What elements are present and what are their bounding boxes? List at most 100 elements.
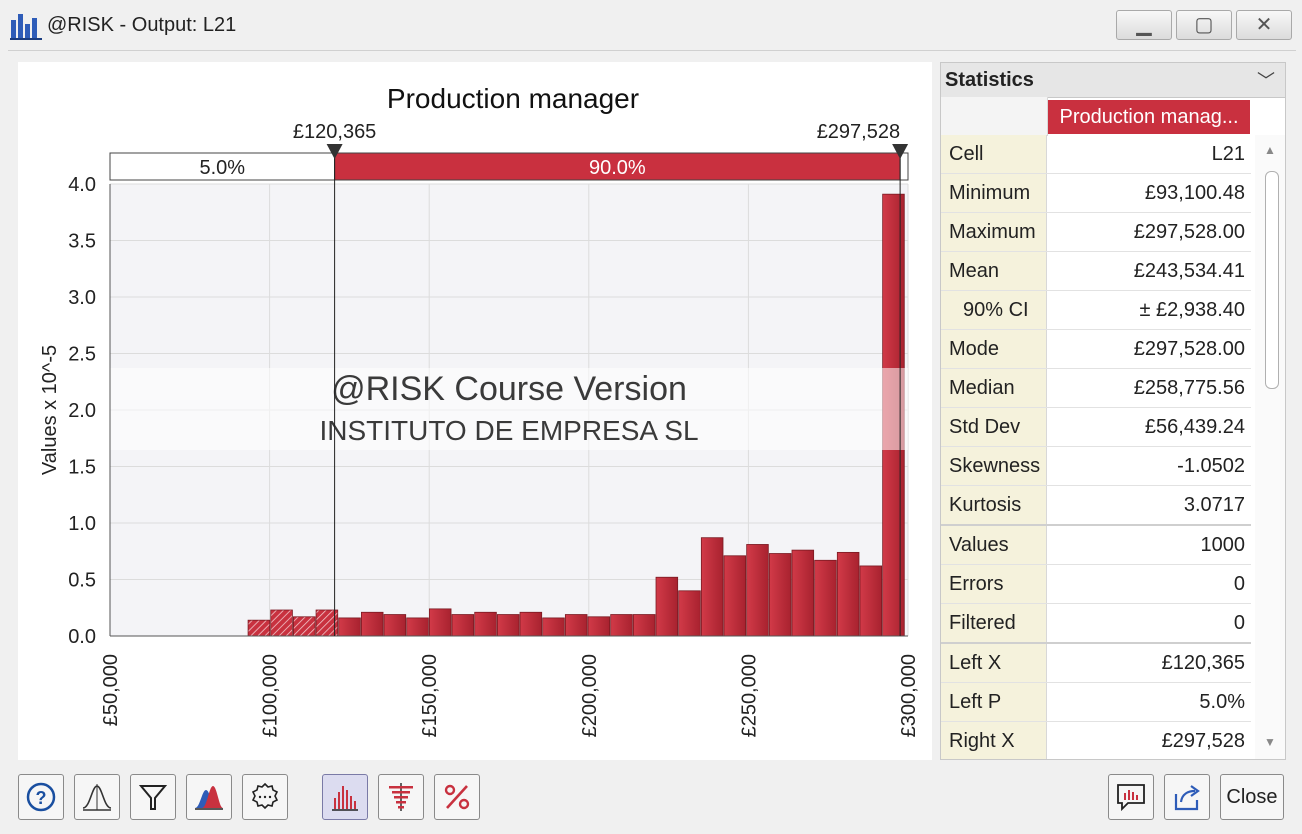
histogram-bar bbox=[519, 611, 543, 637]
chart-panel: @RISK Course Version INSTITUTO DE EMPRESA… bbox=[18, 62, 932, 760]
histogram-bar bbox=[768, 553, 792, 637]
tornado-icon bbox=[389, 783, 413, 811]
histogram-chart[interactable]: @RISK Course Version INSTITUTO DE EMPRESA… bbox=[18, 62, 932, 760]
minimize-button[interactable]: ▁ bbox=[1116, 10, 1172, 40]
stats-row[interactable]: Mean £243,534.41 bbox=[941, 252, 1251, 291]
stats-row-label: 90% CI bbox=[941, 291, 1047, 329]
stats-row-value: £120,365 bbox=[1161, 652, 1245, 674]
histogram-bar bbox=[859, 565, 883, 637]
left-band-label: 5.0% bbox=[200, 157, 246, 179]
stats-scrollbar[interactable]: ▲ ▼ bbox=[1255, 135, 1285, 759]
stats-row-label: Median bbox=[941, 369, 1047, 407]
scroll-down-arrow-icon[interactable]: ▼ bbox=[1255, 735, 1285, 749]
statistics-header[interactable]: Statistics ﹀ bbox=[941, 63, 1285, 98]
y-tick-label: 3.5 bbox=[68, 231, 96, 253]
stats-row[interactable]: Left X £120,365 bbox=[941, 644, 1251, 683]
filter-button[interactable] bbox=[130, 774, 176, 820]
stats-row-value: £56,439.24 bbox=[1144, 416, 1245, 438]
stats-row[interactable]: Minimum £93,100.48 bbox=[941, 174, 1251, 213]
percent-view-button[interactable] bbox=[434, 774, 480, 820]
histogram-bar bbox=[360, 611, 384, 637]
annotation-button[interactable] bbox=[1108, 774, 1154, 820]
stats-row-value: 3.0717 bbox=[1183, 494, 1245, 516]
histogram-bar bbox=[723, 555, 747, 637]
stats-row[interactable]: Maximum £297,528.00 bbox=[941, 213, 1251, 252]
x-tick-label: £100,000 bbox=[260, 654, 282, 737]
stats-row-label: Left X bbox=[941, 644, 1047, 682]
maximize-button[interactable]: ▢ bbox=[1176, 10, 1232, 40]
histogram-view-button[interactable] bbox=[322, 774, 368, 820]
histogram-bar bbox=[587, 616, 611, 637]
close-window-button[interactable]: ✕ bbox=[1236, 10, 1292, 40]
histogram-bar bbox=[406, 617, 429, 637]
stats-row-label: Skewness bbox=[941, 447, 1047, 485]
x-tick-label: £150,000 bbox=[419, 654, 441, 737]
histogram-icon bbox=[332, 786, 358, 811]
left-delimiter-label: £120,365 bbox=[293, 121, 376, 143]
risk-app-icon bbox=[10, 14, 42, 40]
tornado-view-button[interactable] bbox=[378, 774, 424, 820]
histogram-bar bbox=[791, 549, 815, 637]
stats-row[interactable]: Right X £297,528 bbox=[941, 722, 1251, 759]
help-button[interactable]: ? bbox=[18, 774, 64, 820]
chart-title: Production manager bbox=[387, 83, 639, 114]
y-tick-label: 1.0 bbox=[68, 513, 96, 535]
y-tick-label: 2.5 bbox=[68, 344, 96, 366]
overlay-button[interactable] bbox=[186, 774, 232, 820]
stats-rows: Cell L21 Minimum £93,100.48 Maximum £297,528.… bbox=[941, 135, 1251, 759]
watermark-line-2: INSTITUTO DE EMPRESA SL bbox=[319, 415, 698, 446]
stats-row-value: 0 bbox=[1233, 573, 1245, 595]
stats-row[interactable]: Errors 0 bbox=[941, 565, 1251, 604]
histogram-bar bbox=[383, 614, 407, 637]
stats-row[interactable]: Mode £297,528.00 bbox=[941, 330, 1251, 369]
stats-row-value: 5.0% bbox=[1199, 691, 1245, 713]
y-tick-label: 4.0 bbox=[68, 174, 96, 196]
stats-row-value: £297,528.00 bbox=[1133, 221, 1245, 243]
close-button[interactable]: Close bbox=[1220, 774, 1284, 820]
stats-row[interactable]: Std Dev £56,439.24 bbox=[941, 408, 1251, 447]
stats-row-value: £243,534.41 bbox=[1133, 260, 1245, 282]
stats-row[interactable]: Cell L21 bbox=[941, 135, 1251, 174]
stats-row[interactable]: Median £258,775.56 bbox=[941, 369, 1251, 408]
stats-row-label: Errors bbox=[941, 565, 1047, 603]
stats-row-value: L21 bbox=[1211, 143, 1245, 165]
stats-row-label: Cell bbox=[941, 135, 1047, 173]
histogram-bar bbox=[474, 611, 497, 637]
stats-row[interactable]: Kurtosis 3.0717 bbox=[941, 486, 1251, 526]
watermark-line-1: @RISK Course Version bbox=[331, 370, 687, 408]
histogram-bar bbox=[564, 614, 588, 637]
chevron-down-icon[interactable]: ﹀ bbox=[1257, 67, 1275, 93]
annotation-icon bbox=[1117, 784, 1145, 812]
stats-row-label: Mode bbox=[941, 330, 1047, 368]
y-tick-label: 2.0 bbox=[68, 400, 96, 422]
x-tick-label: £50,000 bbox=[100, 654, 122, 726]
middle-band-label: 90.0% bbox=[589, 157, 646, 179]
stats-row-value: £297,528.00 bbox=[1133, 338, 1245, 360]
histogram-bar bbox=[746, 544, 769, 637]
stats-row[interactable]: Values 1000 bbox=[941, 526, 1251, 565]
scroll-up-arrow-icon[interactable]: ▲ bbox=[1255, 143, 1285, 157]
overlay-icon bbox=[195, 786, 223, 810]
stats-row[interactable]: Left P 5.0% bbox=[941, 683, 1251, 722]
distribution-fit-button[interactable] bbox=[74, 774, 120, 820]
stats-row-label: Minimum bbox=[941, 174, 1047, 212]
histogram-bar bbox=[338, 617, 361, 637]
settings-icon bbox=[251, 782, 279, 810]
histogram-bar bbox=[428, 608, 452, 637]
export-button[interactable] bbox=[1164, 774, 1210, 820]
histogram-bar bbox=[270, 609, 293, 637]
stats-row-value: £93,100.48 bbox=[1144, 182, 1245, 204]
histogram-bar bbox=[655, 576, 679, 637]
x-tick-label: £250,000 bbox=[738, 654, 760, 737]
y-tick-label: 3.0 bbox=[68, 287, 96, 309]
stats-row[interactable]: 90% CI ± £2,938.40 bbox=[941, 291, 1251, 330]
scrollbar-thumb[interactable] bbox=[1265, 171, 1279, 389]
settings-button[interactable] bbox=[242, 774, 288, 820]
right-delimiter-label: £297,528 bbox=[817, 121, 900, 143]
histogram-bar bbox=[542, 617, 565, 637]
right-band bbox=[899, 152, 909, 181]
stats-column-header[interactable]: Production manag... bbox=[1048, 100, 1250, 134]
stats-row[interactable]: Filtered 0 bbox=[941, 604, 1251, 644]
stats-row-label: Kurtosis bbox=[941, 486, 1047, 524]
stats-row[interactable]: Skewness -1.0502 bbox=[941, 447, 1251, 486]
